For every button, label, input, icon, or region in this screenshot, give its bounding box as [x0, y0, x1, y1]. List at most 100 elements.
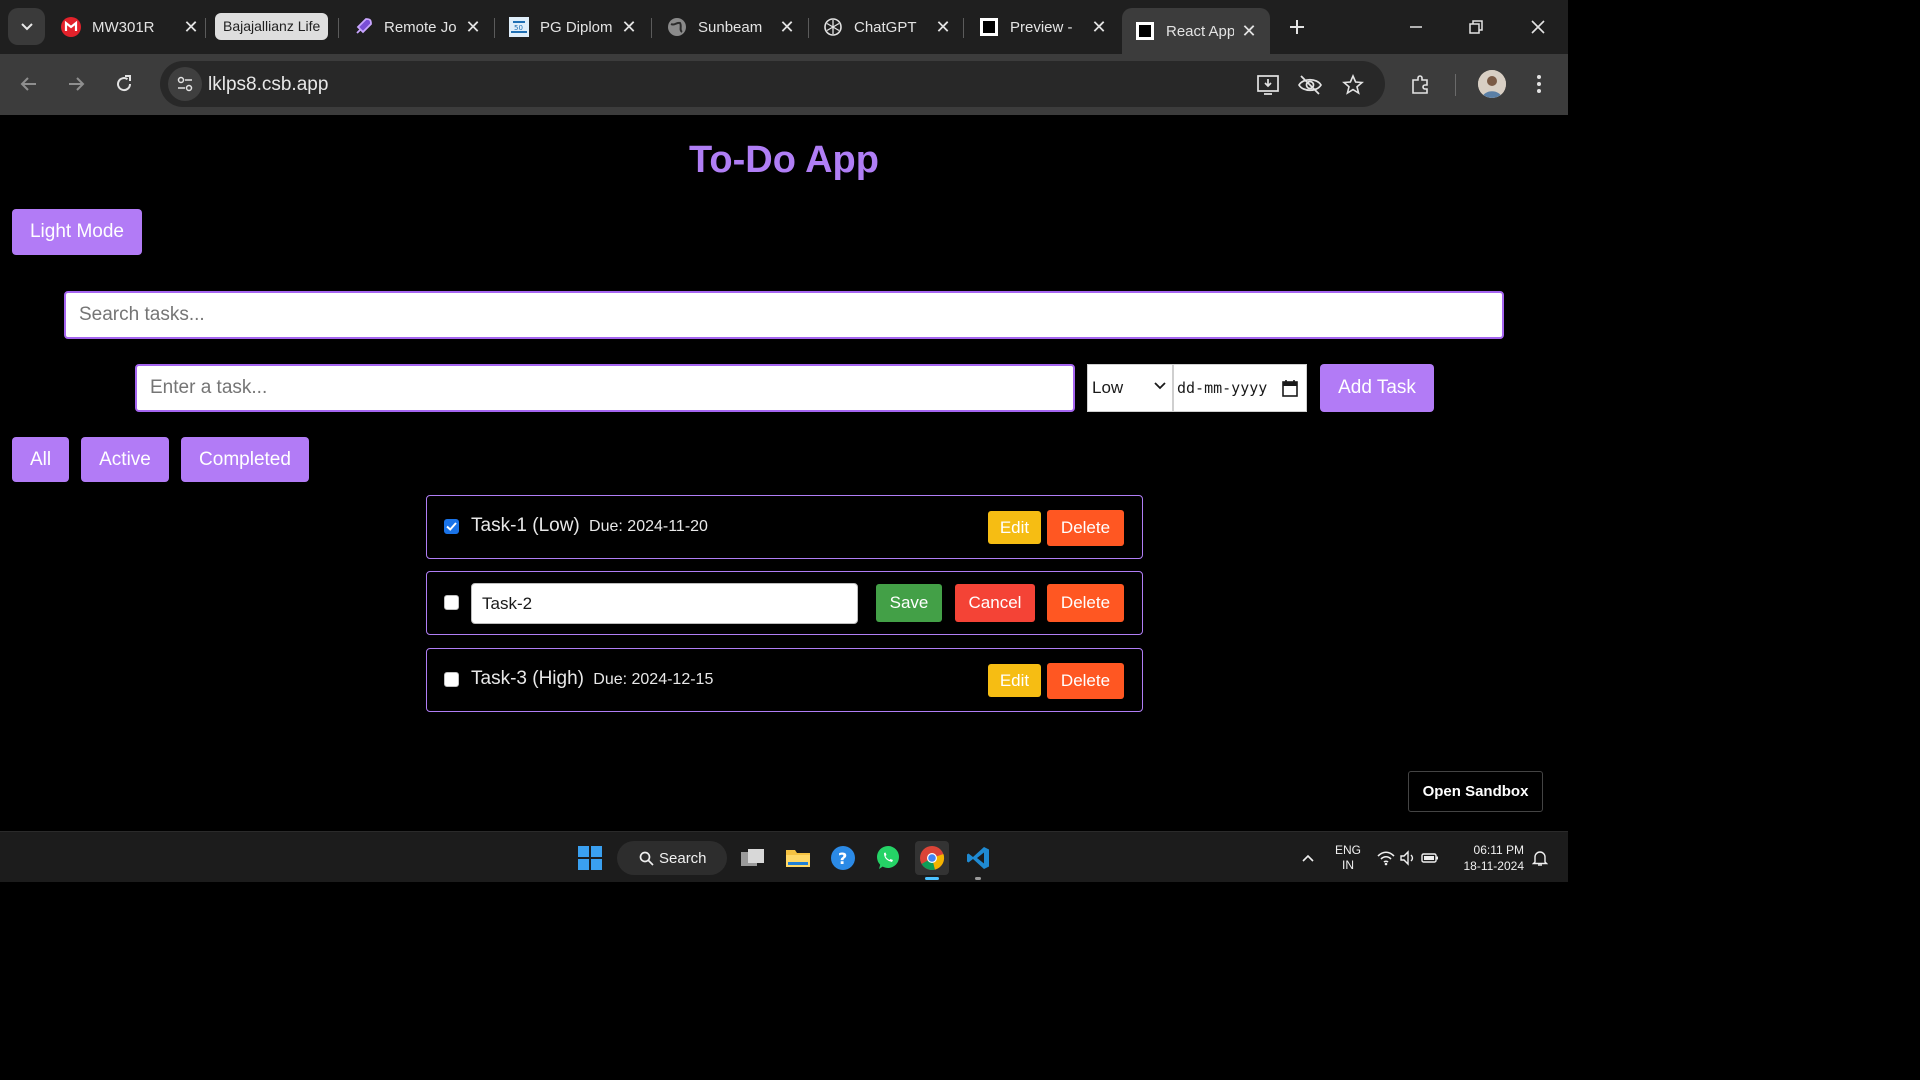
- search-input[interactable]: Search tasks...: [64, 291, 1504, 339]
- address-bar[interactable]: lklps8.csb.app: [160, 61, 1385, 107]
- add-task-button[interactable]: Add Task: [1320, 364, 1434, 412]
- reload-button[interactable]: [107, 67, 141, 101]
- more-vert-icon: [1537, 75, 1541, 93]
- site-info-button[interactable]: [168, 67, 202, 101]
- back-button[interactable]: [12, 67, 46, 101]
- priority-select[interactable]: Low: [1087, 364, 1173, 412]
- new-task-placeholder: Enter a task...: [150, 377, 268, 398]
- task-view-icon: [741, 849, 764, 866]
- browser-menu-button[interactable]: [1522, 67, 1556, 101]
- task-name: Task-1: [471, 515, 527, 536]
- tab-group-chip[interactable]: Bajajallianz Life: [215, 13, 329, 40]
- edit-button[interactable]: Edit: [988, 664, 1041, 697]
- tab-mw301r[interactable]: MW301R ✕: [60, 8, 200, 46]
- delete-button[interactable]: Delete: [1047, 663, 1124, 699]
- install-app-button[interactable]: [1255, 72, 1281, 98]
- tab-label: PG Diplom: [540, 18, 613, 36]
- tab-remote-jobs[interactable]: Remote Jo ✕: [352, 8, 482, 46]
- codesandbox-icon: [1134, 20, 1156, 42]
- puzzle-icon: [1412, 75, 1428, 94]
- close-window-button[interactable]: [1518, 10, 1558, 44]
- tab-search-button[interactable]: [8, 8, 45, 45]
- due-date-input[interactable]: dd-mm-yyyy: [1173, 364, 1307, 412]
- filter-all-button[interactable]: All: [12, 437, 69, 482]
- task-text: Task-3 (High) Due: 2024-12-15: [471, 668, 713, 690]
- tracking-protection-button[interactable]: [1297, 72, 1323, 98]
- new-tab-button[interactable]: [1284, 14, 1310, 40]
- help-icon: ?: [831, 846, 855, 870]
- file-explorer-button[interactable]: [781, 841, 815, 875]
- tab-label: React App: [1166, 22, 1234, 40]
- close-icon[interactable]: ✕: [464, 17, 482, 37]
- running-indicator: [925, 877, 939, 880]
- chevron-down-icon: [1154, 382, 1166, 390]
- tab-separator: [651, 18, 652, 38]
- tab-preview[interactable]: Preview - ✕: [978, 8, 1108, 46]
- whatsapp-button[interactable]: [871, 841, 905, 875]
- url-text[interactable]: lklps8.csb.app: [208, 74, 328, 96]
- get-help-button[interactable]: ?: [826, 841, 860, 875]
- bookmark-button[interactable]: [1340, 72, 1366, 98]
- tab-chatgpt[interactable]: ChatGPT ✕: [822, 8, 952, 46]
- forward-button[interactable]: [59, 67, 93, 101]
- open-sandbox-button[interactable]: Open Sandbox: [1408, 771, 1543, 812]
- task-priority: (High): [532, 668, 584, 689]
- arrow-left-icon: [20, 77, 36, 91]
- close-icon[interactable]: ✕: [778, 17, 796, 37]
- delete-button[interactable]: Delete: [1047, 510, 1124, 546]
- tab-label: Remote Jo: [384, 18, 457, 36]
- globe-icon: [666, 16, 688, 38]
- save-button[interactable]: Save: [876, 584, 942, 622]
- chatgpt-icon: [822, 16, 844, 38]
- whatsapp-icon: [877, 846, 899, 869]
- calendar-icon[interactable]: [1282, 379, 1298, 397]
- eye-off-icon: [1298, 75, 1322, 95]
- edit-button[interactable]: Edit: [988, 511, 1041, 544]
- minimize-button[interactable]: [1396, 10, 1436, 44]
- star-icon: [1342, 74, 1364, 95]
- mcafee-icon: [60, 16, 82, 38]
- input-language[interactable]: ENG IN: [1335, 843, 1361, 873]
- taskbar-search-label: Search: [659, 849, 707, 867]
- region-code: IN: [1342, 858, 1354, 872]
- start-button[interactable]: [573, 841, 607, 875]
- tab-pg-diploma[interactable]: 50 PG Diplom ✕: [508, 8, 638, 46]
- priority-selected-value: Low: [1092, 378, 1124, 397]
- filter-active-button[interactable]: Active: [81, 437, 169, 482]
- tab-separator: [963, 18, 964, 38]
- volume-icon: [1400, 850, 1414, 866]
- task-view-button[interactable]: [736, 841, 770, 875]
- task-item: Task-3 (High) Due: 2024-12-15 Edit Delet…: [426, 648, 1143, 712]
- close-icon[interactable]: ✕: [934, 17, 952, 37]
- task-edit-input[interactable]: Task-2: [471, 583, 858, 624]
- close-icon[interactable]: ✕: [182, 17, 200, 37]
- task-priority: (Low): [532, 515, 580, 536]
- close-icon[interactable]: ✕: [620, 17, 638, 37]
- filter-completed-button[interactable]: Completed: [181, 437, 309, 482]
- task-checkbox[interactable]: [444, 519, 459, 534]
- profile-avatar[interactable]: [1478, 70, 1506, 98]
- extensions-button[interactable]: [1404, 67, 1438, 101]
- vscode-icon: [967, 847, 989, 869]
- task-checkbox[interactable]: [444, 595, 459, 610]
- task-checkbox[interactable]: [444, 672, 459, 687]
- tune-icon: [177, 76, 193, 92]
- delete-button[interactable]: Delete: [1047, 584, 1124, 622]
- chrome-button[interactable]: [915, 841, 949, 875]
- taskbar-search[interactable]: Search: [617, 841, 727, 875]
- quick-settings-button[interactable]: [1373, 841, 1443, 875]
- vscode-button[interactable]: [961, 841, 995, 875]
- new-task-input[interactable]: Enter a task...: [135, 364, 1075, 412]
- cancel-button[interactable]: Cancel: [955, 584, 1035, 622]
- clock[interactable]: 06:11 PM 18-11-2024: [1458, 842, 1525, 874]
- restore-button[interactable]: [1456, 10, 1496, 44]
- check-icon: [446, 522, 457, 531]
- task-text: Task-1 (Low) Due: 2024-11-20: [471, 515, 708, 537]
- theme-toggle-button[interactable]: Light Mode: [12, 209, 142, 255]
- tab-sunbeam[interactable]: Sunbeam ✕: [666, 8, 796, 46]
- tab-react-app[interactable]: React App ✕: [1122, 8, 1270, 54]
- notifications-button[interactable]: [1530, 841, 1550, 875]
- close-icon[interactable]: ✕: [1090, 17, 1108, 37]
- show-hidden-icons-button[interactable]: [1296, 841, 1320, 875]
- close-icon[interactable]: ✕: [1240, 21, 1258, 41]
